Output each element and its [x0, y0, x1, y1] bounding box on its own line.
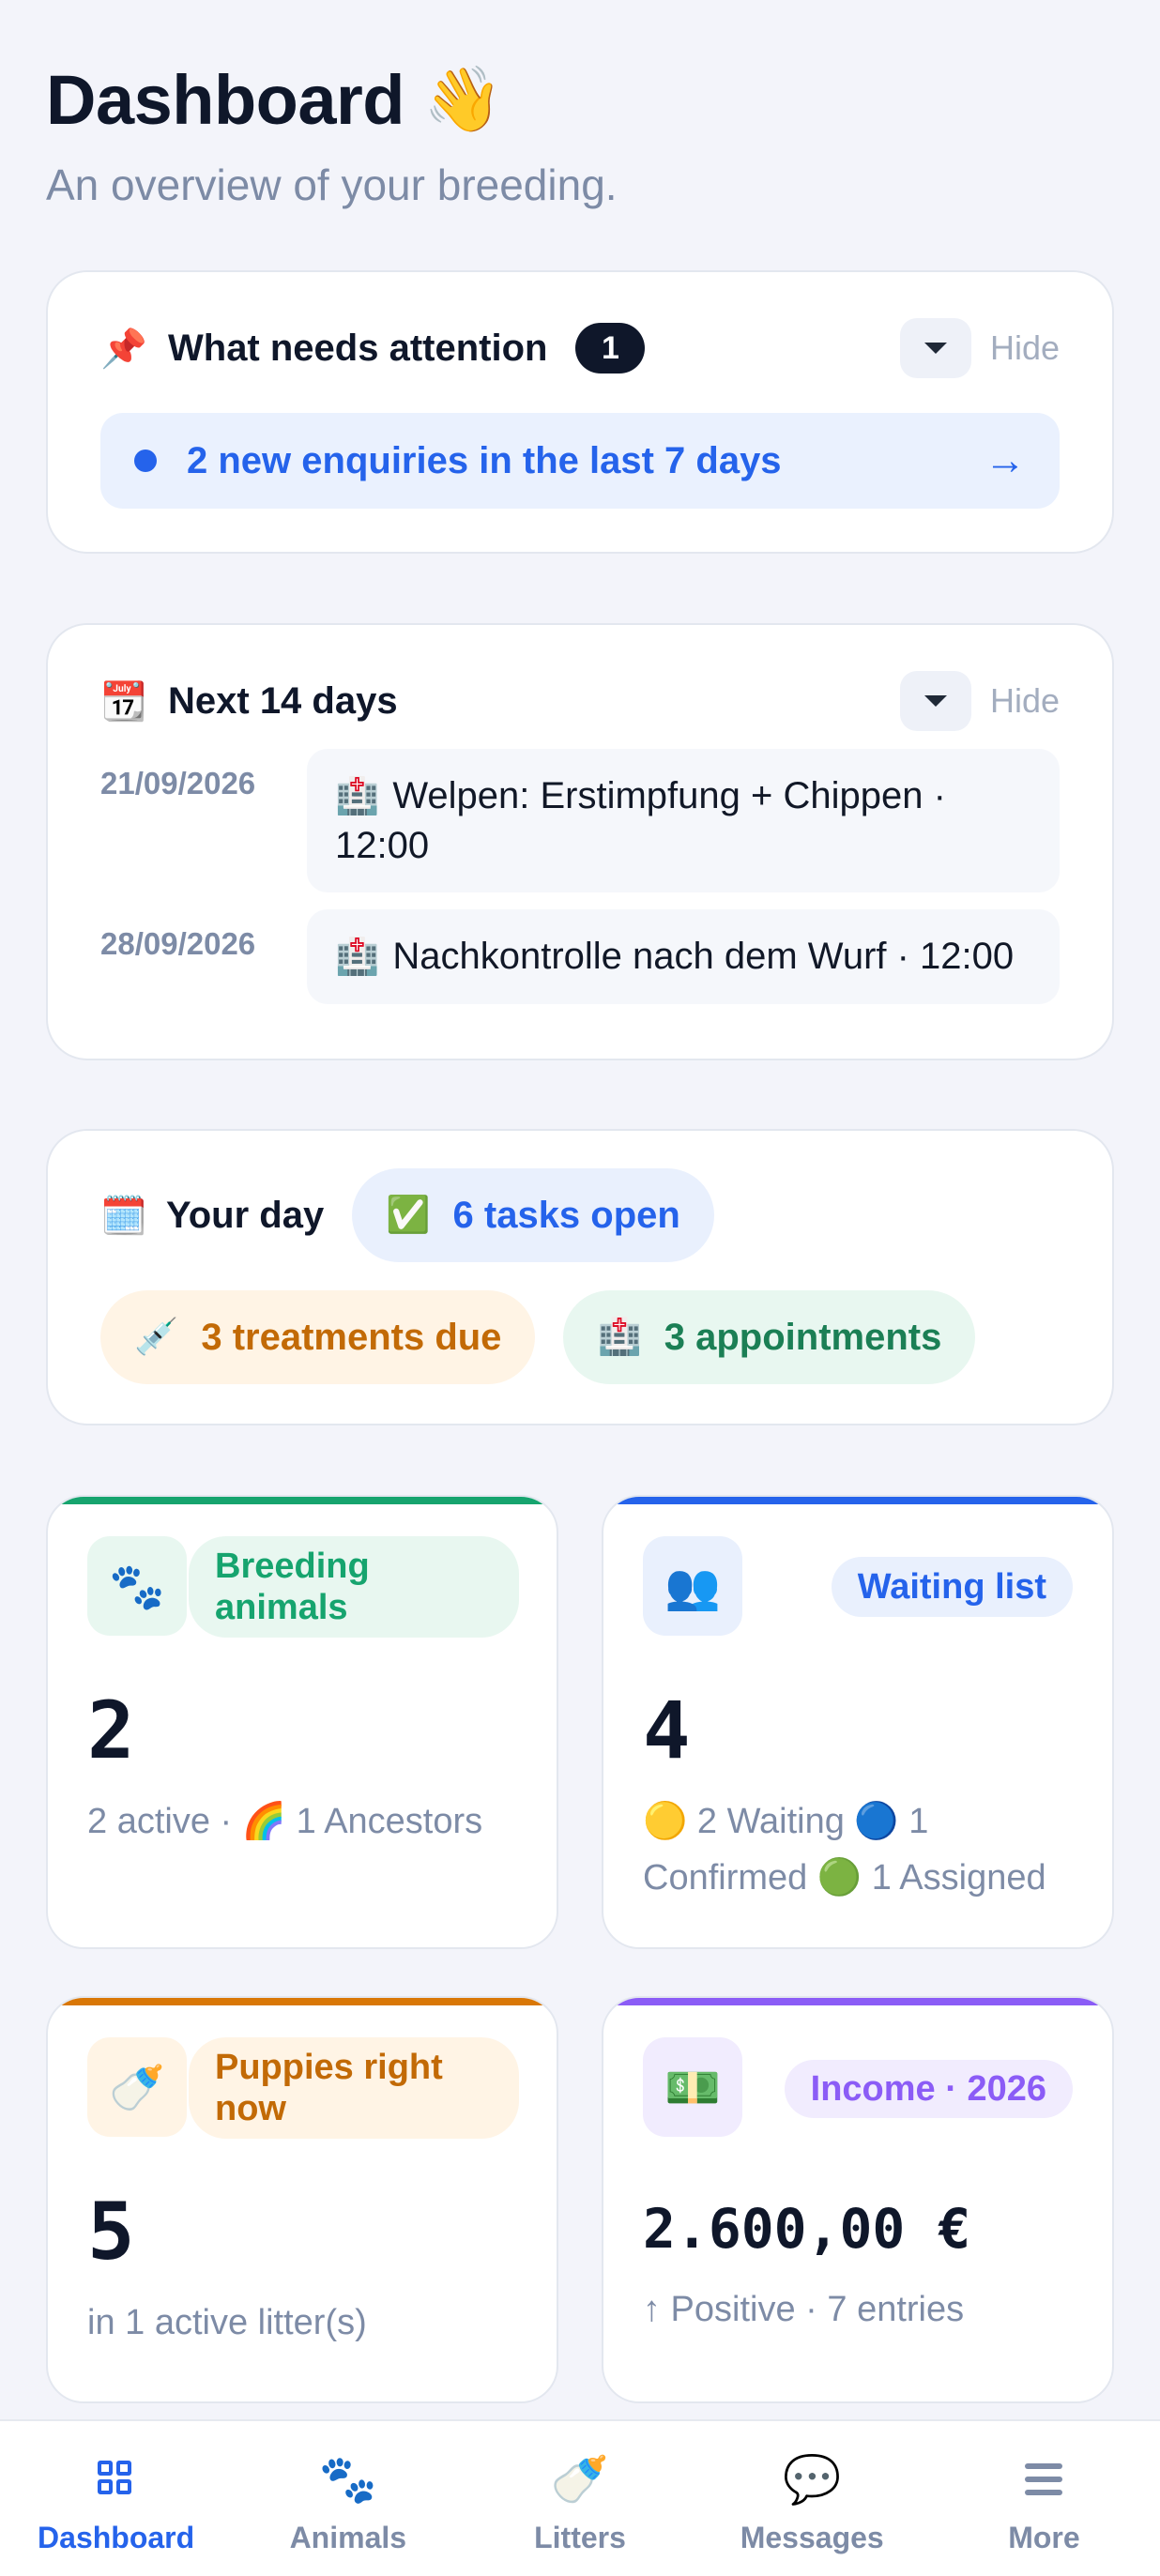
enquiries-alert-text: 2 new enquiries in the last 7 days [187, 439, 782, 481]
your-day-title: Your day [166, 1194, 325, 1236]
event-item[interactable]: 21/09/2026 🏥 Welpen: Erstimpfung + Chippe… [100, 749, 1060, 892]
next-days-header: 📆 Next 14 days Hide [100, 659, 1060, 743]
card-accent-bar [603, 1497, 1112, 1504]
attention-card: 📌 What needs attention 1 Hide 2 new enqu… [46, 270, 1114, 554]
waiting-list-value: 4 [643, 1684, 691, 1776]
page-header: Dashboard 👋 An overview of your breeding… [46, 53, 1116, 210]
syringe-icon: 💉 [134, 1318, 179, 1357]
info-dot-icon [134, 450, 157, 472]
nav-litters[interactable]: 🍼 Litters [464, 2421, 695, 2576]
event-text: Welpen: Erstimpfung + Chippen · 12:00 [335, 775, 946, 866]
puppies-desc: in 1 active litter(s) [87, 2303, 367, 2342]
next-days-card: 📆 Next 14 days Hide 21/09/2026 🏥 Welpen: … [46, 623, 1114, 1060]
hospital-icon: 🏥 [335, 777, 380, 816]
waiting-list-card[interactable]: 👥 Waiting list 4 🟡 2 Waiting 🔵 1 Confirm… [602, 1495, 1114, 1949]
chevron-down-icon [923, 695, 947, 707]
attention-hide-button[interactable]: Hide [990, 328, 1060, 368]
nav-messages[interactable]: 💬 Messages [696, 2421, 928, 2576]
chevron-down-icon [923, 343, 947, 354]
appointments-pill[interactable]: 🏥 3 appointments [563, 1290, 976, 1384]
puppies-value: 5 [87, 2186, 135, 2278]
event-text: Nachkontrolle nach dem Wurf · 12:00 [392, 936, 1015, 977]
nav-dashboard[interactable]: Dashboard [0, 2421, 232, 2576]
breeding-animals-desc: 2 active · 🌈 1 Ancestors [87, 1802, 483, 1841]
event-item[interactable]: 28/09/2026 🏥 Nachkontrolle nach dem Wurf … [100, 909, 1060, 1004]
your-day-pills: 💉 3 treatments due 🏥 3 appointments [100, 1290, 1060, 1384]
your-day-row: 🗓️ Your day ✅ 6 tasks open [100, 1168, 1060, 1262]
page-title: Dashboard 👋 [46, 53, 1116, 146]
next-days-title: Next 14 days [168, 679, 398, 722]
next-days-controls: Hide [899, 671, 1060, 731]
card-accent-bar [48, 1998, 557, 2005]
hospital-icon: 🏥 [597, 1318, 642, 1357]
nav-animals-label: Animals [289, 2521, 407, 2554]
treatments-due-label: 3 treatments due [201, 1316, 502, 1358]
income-tag: Income · 2026 [784, 2060, 1073, 2118]
income-card[interactable]: 💵 Income · 2026 2.600,00 € ↑ Positive · … [602, 1996, 1114, 2403]
breeding-animals-card[interactable]: 🐾 Breeding animals 2 2 active · 🌈 1 Ance… [46, 1495, 558, 1949]
appointments-label: 3 appointments [664, 1316, 942, 1358]
pushpin-icon: 📌 [100, 328, 147, 370]
event-box: 🏥 Welpen: Erstimpfung + Chippen · 12:00 [307, 749, 1060, 892]
event-box: 🏥 Nachkontrolle nach dem Wurf · 12:00 [307, 909, 1060, 1004]
breeding-animals-value: 2 [87, 1684, 135, 1776]
treatments-due-pill[interactable]: 💉 3 treatments due [100, 1290, 536, 1384]
menu-icon [1025, 2449, 1063, 2509]
baby-bottle-icon: 🍼 [87, 2037, 187, 2137]
waiting-list-desc: 🟡 2 Waiting 🔵 1 Confirmed 🟢 1 Assigned [643, 1802, 1046, 1898]
paw-icon: 🐾 [318, 2452, 377, 2506]
tasks-open-pill[interactable]: ✅ 6 tasks open [352, 1168, 714, 1262]
puppies-tag: Puppies right now [189, 2037, 519, 2139]
attention-card-header: 📌 What needs attention 1 Hide [100, 306, 1060, 390]
your-day-card: 🗓️ Your day ✅ 6 tasks open 💉 3 treatment… [46, 1129, 1114, 1425]
calendar-icon: 📆 [100, 680, 147, 723]
income-value: 2.600,00 € [643, 2197, 971, 2261]
nav-more[interactable]: More [928, 2421, 1160, 2576]
attention-title: What needs attention [168, 327, 548, 369]
page-subtitle: An overview of your breeding. [46, 160, 618, 209]
card-accent-bar [48, 1497, 557, 1504]
card-accent-bar [603, 1998, 1112, 2005]
check-icon: ✅ [386, 1196, 431, 1235]
hospital-icon: 🏥 [335, 937, 380, 977]
attention-count-badge: 1 [575, 323, 646, 373]
nav-litters-label: Litters [534, 2521, 626, 2554]
attention-controls: Hide [899, 318, 1060, 378]
bottom-nav: Dashboard 🐾 Animals 🍼 Litters 💬 Messages… [0, 2419, 1160, 2576]
speech-bubble-icon: 💬 [783, 2452, 842, 2506]
attention-collapse-button[interactable] [899, 318, 971, 378]
event-date: 21/09/2026 [100, 766, 256, 800]
paw-icon: 🐾 [87, 1536, 187, 1636]
income-desc: ↑ Positive · 7 entries [643, 2290, 965, 2329]
event-date: 28/09/2026 [100, 926, 256, 961]
tasks-open-label: 6 tasks open [452, 1194, 680, 1236]
nav-messages-label: Messages [740, 2521, 884, 2554]
waiting-list-tag: Waiting list [831, 1557, 1073, 1617]
money-icon: 💵 [643, 2037, 742, 2137]
grid-icon [97, 2449, 135, 2509]
puppies-card[interactable]: 🍼 Puppies right now 5 in 1 active litter… [46, 1996, 558, 2403]
nav-animals[interactable]: 🐾 Animals [232, 2421, 464, 2576]
breeding-animals-tag: Breeding animals [189, 1536, 519, 1638]
next-days-collapse-button[interactable] [899, 671, 971, 731]
baby-bottle-icon: 🍼 [550, 2452, 610, 2506]
next-days-hide-button[interactable]: Hide [990, 681, 1060, 721]
arrow-right-icon: → [984, 437, 1026, 483]
people-icon: 👥 [643, 1536, 742, 1636]
calendar-icon: 🗓️ [100, 1195, 147, 1237]
enquiries-alert[interactable]: 2 new enquiries in the last 7 days → [100, 413, 1060, 509]
page-title-text: Dashboard [46, 60, 405, 139]
nav-more-label: More [1008, 2521, 1080, 2554]
waving-hand-icon: 👋 [423, 64, 503, 135]
nav-dashboard-label: Dashboard [38, 2521, 195, 2554]
